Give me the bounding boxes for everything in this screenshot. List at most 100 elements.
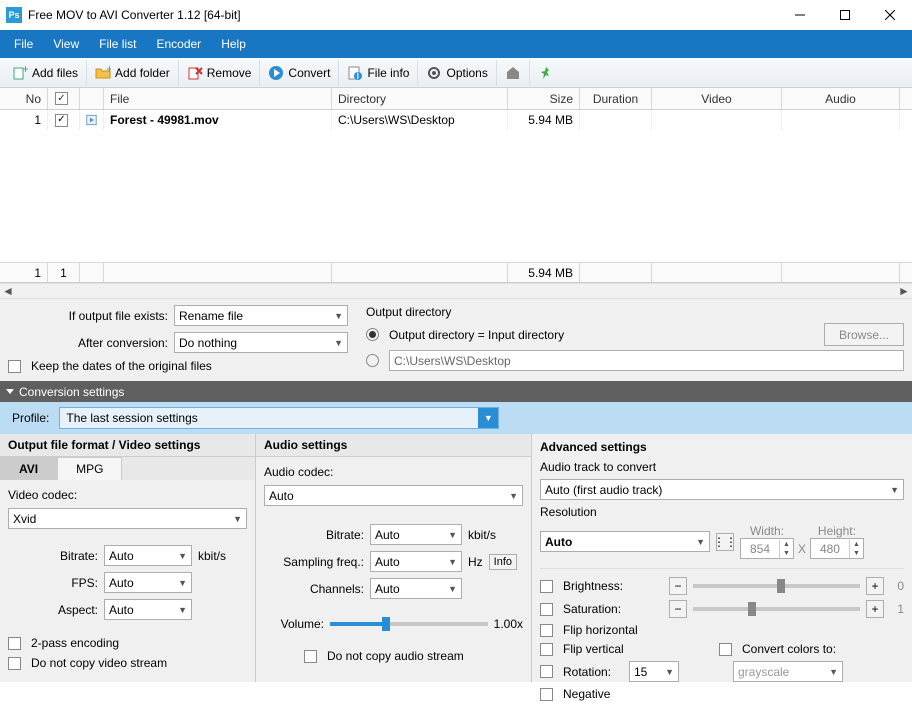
after-select[interactable]: Do nothing▼ [174, 332, 348, 353]
col-file[interactable]: File [104, 88, 332, 109]
remove-button[interactable]: Remove [179, 60, 261, 86]
flipv-checkbox[interactable] [540, 643, 553, 656]
col-duration[interactable]: Duration [580, 88, 652, 109]
convert-button[interactable]: Convert [260, 60, 339, 86]
nocopyv-checkbox[interactable] [8, 657, 21, 670]
profile-select[interactable]: The last session settings ▼ [59, 407, 499, 429]
outdir-same-radio[interactable] [366, 328, 379, 341]
saturation-plus[interactable]: + [866, 600, 884, 618]
col-video[interactable]: Video [652, 88, 782, 109]
toolbar: + Add files + Add folder Remove Convert … [0, 58, 912, 88]
height-label: Height: [810, 524, 864, 538]
width-label: Width: [740, 524, 794, 538]
channels-select[interactable]: Auto▼ [370, 578, 462, 599]
rotation-checkbox[interactable] [540, 665, 553, 678]
remove-icon [187, 65, 203, 81]
chevron-down-icon: ▼ [448, 557, 457, 567]
pin-icon [538, 65, 554, 81]
chevron-down-icon: ▼ [178, 605, 187, 615]
vbitrate-select[interactable]: Auto▼ [104, 545, 192, 566]
vbitrate-label: Bitrate: [8, 549, 98, 563]
negative-checkbox[interactable] [540, 688, 553, 701]
abitrate-select[interactable]: Auto▼ [370, 524, 462, 545]
acodec-label: Audio codec: [264, 465, 523, 479]
res-expand-button[interactable]: ⋮⋮ [716, 533, 734, 551]
svg-text:i: i [357, 68, 360, 81]
width-spin[interactable]: 854▲▼ [740, 538, 794, 559]
sfreq-select[interactable]: Auto▼ [370, 551, 462, 572]
cell-file: Forest - 49981.mov [104, 110, 332, 130]
nocopyv-label: Do not copy video stream [31, 656, 167, 670]
check-all-icon[interactable] [55, 92, 68, 105]
menu-view[interactable]: View [43, 30, 89, 58]
brightness-slider[interactable] [693, 584, 860, 588]
advanced-settings-panel: Advanced settings Audio track to convert… [532, 434, 912, 682]
brightness-minus[interactable]: − [669, 577, 687, 595]
add-folder-button[interactable]: + Add folder [87, 60, 179, 86]
add-files-button[interactable]: + Add files [4, 60, 87, 86]
info-button[interactable]: Info [489, 554, 517, 570]
scroll-right-icon[interactable]: ► [896, 283, 912, 299]
track-select[interactable]: Auto (first audio track)▼ [540, 479, 904, 500]
res-select[interactable]: Auto▼ [540, 531, 710, 552]
menu-encoder[interactable]: Encoder [146, 30, 211, 58]
table-row[interactable]: 1 Forest - 49981.mov C:\Users\WS\Desktop… [0, 110, 912, 130]
col-no[interactable]: No [0, 88, 48, 109]
fps-select[interactable]: Auto▼ [104, 572, 192, 593]
x-label: X [798, 542, 806, 559]
add-files-label: Add files [32, 66, 78, 80]
brightness-checkbox[interactable] [540, 580, 553, 593]
saturation-checkbox[interactable] [540, 603, 553, 616]
grayscale-select[interactable]: grayscale▼ [733, 661, 843, 682]
file-info-button[interactable]: i File info [339, 60, 418, 86]
tab-avi[interactable]: AVI [0, 457, 57, 480]
acodec-select[interactable]: Auto▼ [264, 485, 523, 506]
menu-file[interactable]: File [4, 30, 43, 58]
scroll-left-icon[interactable]: ◄ [0, 283, 16, 299]
col-size[interactable]: Size [508, 88, 580, 109]
saturation-minus[interactable]: − [669, 600, 687, 618]
rotation-select[interactable]: 15▼ [629, 661, 679, 682]
saturation-slider[interactable] [693, 607, 860, 611]
rotation-label: Rotation: [563, 665, 623, 679]
chevron-down-icon: ▼ [829, 667, 838, 677]
outdir-custom-radio[interactable] [366, 354, 379, 367]
menu-filelist[interactable]: File list [89, 30, 146, 58]
height-spin[interactable]: 480▲▼ [810, 538, 864, 559]
twopass-checkbox[interactable] [8, 637, 21, 650]
nocopya-checkbox[interactable] [304, 650, 317, 663]
video-header: Output file format / Video settings [0, 434, 255, 457]
conversion-settings-header[interactable]: Conversion settings [0, 381, 912, 402]
aspect-select[interactable]: Auto▼ [104, 599, 192, 620]
keepdates-checkbox[interactable] [8, 360, 21, 373]
menu-help[interactable]: Help [211, 30, 256, 58]
convcolors-checkbox[interactable] [719, 643, 732, 656]
vcodec-select[interactable]: Xvid▼ [8, 508, 247, 529]
volume-slider[interactable] [330, 622, 488, 626]
col-audio[interactable]: Audio [782, 88, 900, 109]
home-button[interactable] [497, 60, 530, 86]
col-icon [80, 88, 104, 109]
close-button[interactable] [867, 0, 912, 30]
cell-check[interactable] [48, 110, 80, 130]
outdir-input[interactable]: C:\Users\WS\Desktop [389, 350, 904, 371]
row-check-icon[interactable] [55, 114, 68, 127]
cell-audio [782, 110, 900, 130]
col-check[interactable] [48, 88, 80, 109]
brightness-value: 0 [890, 579, 904, 593]
gear-icon [426, 65, 442, 81]
fliph-checkbox[interactable] [540, 624, 553, 637]
browse-button[interactable]: Browse... [824, 323, 904, 346]
minimize-button[interactable] [777, 0, 822, 30]
brightness-plus[interactable]: + [866, 577, 884, 595]
maximize-button[interactable] [822, 0, 867, 30]
add-folder-icon: + [95, 65, 111, 81]
horizontal-scrollbar[interactable]: ◄ ► [0, 283, 912, 299]
outdir-label: Output directory [366, 305, 904, 319]
exists-select[interactable]: Rename file▼ [174, 305, 348, 326]
tab-mpg[interactable]: MPG [57, 457, 122, 480]
pin-button[interactable] [530, 60, 562, 86]
options-button[interactable]: Options [418, 60, 496, 86]
add-files-icon: + [12, 65, 28, 81]
col-directory[interactable]: Directory [332, 88, 508, 109]
